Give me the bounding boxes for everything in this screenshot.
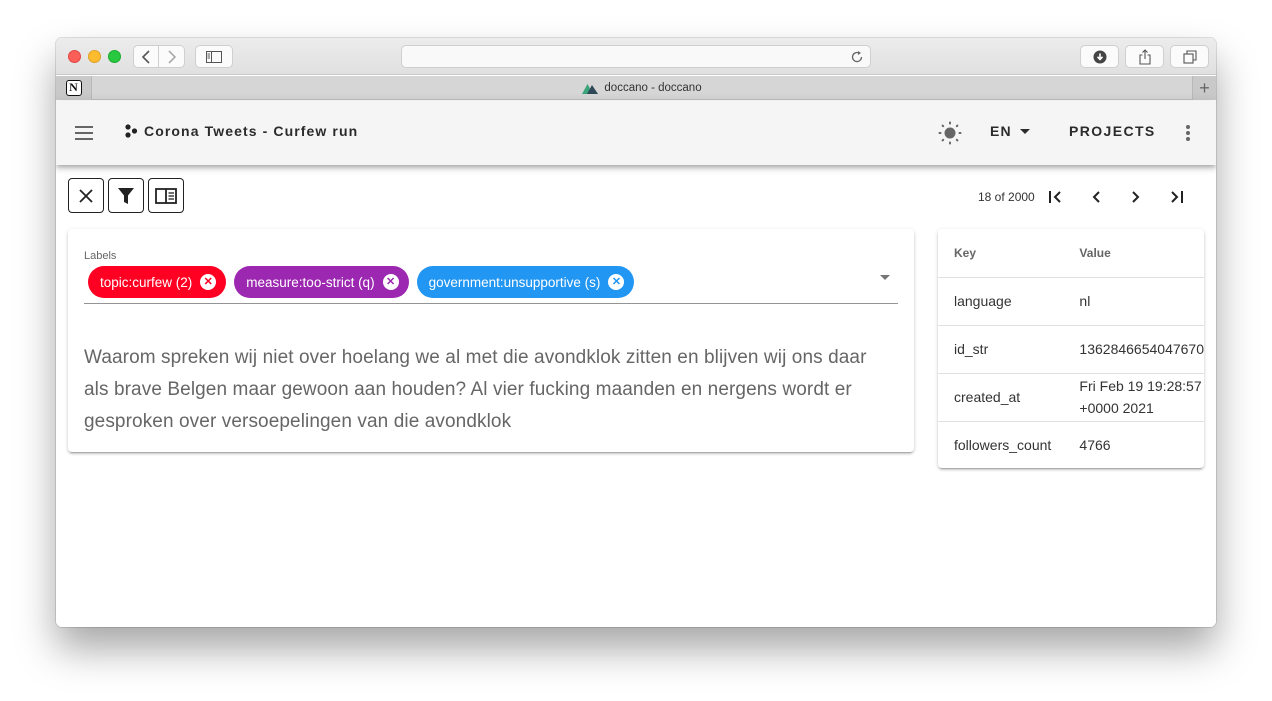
project-title[interactable]: Corona Tweets - Curfew run xyxy=(124,123,358,139)
metadata-key: language xyxy=(938,277,1064,326)
filter-button[interactable] xyxy=(108,178,144,213)
metadata-value: 4766 xyxy=(1079,437,1111,454)
document-text: Waarom spreken wij niet over hoelang we … xyxy=(84,347,867,432)
last-page-button[interactable] xyxy=(1164,185,1188,209)
clear-annotations-button[interactable] xyxy=(68,178,104,213)
zoom-window-button[interactable] xyxy=(108,50,121,63)
more-options-button[interactable] xyxy=(1182,123,1194,143)
label-chip[interactable]: measure:too-strict (q) ✕ xyxy=(234,266,409,298)
browser-toolbar xyxy=(56,38,1216,75)
forward-button[interactable] xyxy=(159,45,185,68)
dot xyxy=(1186,125,1190,129)
dot xyxy=(1186,131,1190,135)
metadata-value: Fri Feb 19 19:28:57 +0000 2021 xyxy=(1063,373,1204,422)
close-window-button[interactable] xyxy=(68,50,81,63)
page-last-icon xyxy=(1171,191,1183,203)
table-header-row: Key Value xyxy=(938,229,1204,278)
language-value: EN xyxy=(990,123,1012,139)
menu-button[interactable] xyxy=(70,121,98,145)
label-chip-text: measure:too-strict (q) xyxy=(246,274,375,290)
remove-label-icon[interactable]: ✕ xyxy=(382,274,399,290)
metadata-value: 1362846654047670 xyxy=(1063,325,1204,374)
share-button[interactable] xyxy=(1125,45,1164,68)
back-button[interactable] xyxy=(133,45,159,68)
book-open-icon xyxy=(155,187,177,204)
metadata-card: Key Value language nl id_str 13628466540… xyxy=(938,229,1204,468)
column-header-value[interactable]: Value xyxy=(1063,229,1204,278)
main-content: 18 of 2000 Labels topic:curfew (2) ✕ mea… xyxy=(56,165,1216,627)
label-chips[interactable]: topic:curfew (2) ✕ measure:too-strict (q… xyxy=(88,266,635,298)
dot xyxy=(1186,137,1190,141)
hubspot-icon xyxy=(125,124,138,138)
minimize-window-button[interactable] xyxy=(88,50,101,63)
next-page-button[interactable] xyxy=(1124,185,1148,209)
address-bar[interactable] xyxy=(401,45,871,68)
projects-button[interactable]: PROJECTS xyxy=(1069,123,1156,139)
label-chip-text: government:unsupportive (s) xyxy=(428,274,601,290)
hamburger-icon-line xyxy=(75,132,93,134)
browser-window: N doccano - doccano + Corona Tweets - Cu… xyxy=(56,38,1216,627)
doccano-logo-icon xyxy=(582,83,599,94)
chevron-right-icon xyxy=(1132,191,1140,203)
filter-icon xyxy=(118,187,134,204)
hamburger-icon-line xyxy=(75,138,93,140)
select-underline xyxy=(84,303,898,304)
sidebar-icon xyxy=(206,50,222,63)
metadata-key: created_at xyxy=(938,373,1064,422)
metadata-value: nl xyxy=(1063,277,1204,326)
chevron-right-icon xyxy=(167,49,176,64)
previous-page-button[interactable] xyxy=(1084,185,1108,209)
caret-down-icon xyxy=(1019,128,1030,134)
downloads-button[interactable] xyxy=(1080,45,1119,68)
metadata-key: followers_count xyxy=(954,437,1052,454)
chevron-left-icon xyxy=(1092,191,1100,203)
toggle-layout-button[interactable] xyxy=(148,178,184,213)
project-title-text: Corona Tweets - Curfew run xyxy=(144,123,359,139)
tab-doccano[interactable]: doccano - doccano xyxy=(93,76,1191,100)
tab-bar: N doccano - doccano + xyxy=(56,76,1216,100)
annotation-card: Labels topic:curfew (2) ✕ measure:too-st… xyxy=(68,229,914,452)
brightness-icon xyxy=(938,121,962,145)
plus-icon: + xyxy=(1199,77,1210,98)
chevron-left-icon xyxy=(141,49,150,64)
pagination-status: 18 of 2000 xyxy=(978,190,1035,204)
share-icon xyxy=(1138,48,1151,65)
metadata-key: id_str xyxy=(938,325,1064,374)
theme-toggle-button[interactable] xyxy=(936,121,964,145)
table-row: created_at Fri Feb 19 19:28:57 +0000 202… xyxy=(938,373,1204,422)
column-header-key[interactable]: Key xyxy=(938,229,1064,278)
app-bar: Corona Tweets - Curfew run EN PROJECTS xyxy=(56,101,1216,165)
metadata-table: Key Value language nl id_str 13628466540… xyxy=(938,229,1204,468)
label-chip[interactable]: government:unsupportive (s) ✕ xyxy=(416,266,635,298)
tabs-overview-icon xyxy=(1182,49,1197,64)
label-chip-text: topic:curfew (2) xyxy=(100,274,193,290)
label-chip[interactable]: topic:curfew (2) ✕ xyxy=(88,266,227,298)
download-icon xyxy=(1093,50,1106,63)
hamburger-icon-line xyxy=(75,126,93,128)
show-all-tabs-button[interactable] xyxy=(1170,45,1209,68)
language-selector[interactable]: EN xyxy=(990,123,1030,139)
new-tab-button[interactable]: + xyxy=(1192,76,1216,100)
page-first-icon xyxy=(1049,191,1061,203)
first-page-button[interactable] xyxy=(1044,185,1068,209)
table-row: language nl xyxy=(938,277,1204,326)
labels-caption: Labels xyxy=(84,250,117,262)
pinned-tab-notion[interactable]: N xyxy=(56,76,92,100)
remove-label-icon[interactable]: ✕ xyxy=(608,274,625,290)
show-sidebar-button[interactable] xyxy=(195,45,233,68)
table-row: id_str 1362846654047670 xyxy=(938,325,1204,374)
table-row: followers_count 4766 xyxy=(938,421,1204,468)
tab-title: doccano - doccano xyxy=(604,82,702,94)
notion-icon: N xyxy=(65,80,82,96)
remove-label-icon[interactable]: ✕ xyxy=(200,274,217,290)
dropdown-arrow-icon[interactable] xyxy=(880,275,890,280)
reload-icon[interactable] xyxy=(850,50,864,64)
close-icon xyxy=(79,188,93,203)
